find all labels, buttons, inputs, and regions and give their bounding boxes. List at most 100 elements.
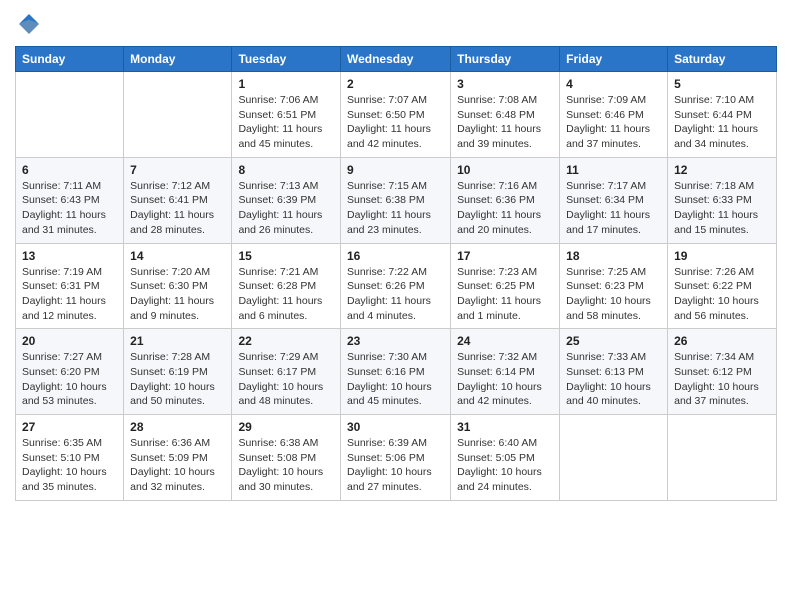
day-cell: 21 Sunrise: 7:28 AM Sunset: 6:19 PM Dayli… <box>124 329 232 415</box>
day-info: Sunrise: 7:13 AM Sunset: 6:39 PM Dayligh… <box>238 179 334 238</box>
day-number: 29 <box>238 420 334 434</box>
day-info: Sunrise: 7:12 AM Sunset: 6:41 PM Dayligh… <box>130 179 225 238</box>
day-info: Sunrise: 7:11 AM Sunset: 6:43 PM Dayligh… <box>22 179 117 238</box>
day-number: 23 <box>347 334 444 348</box>
day-cell <box>124 72 232 158</box>
day-number: 4 <box>566 77 661 91</box>
day-header-tuesday: Tuesday <box>232 47 341 72</box>
day-number: 26 <box>674 334 770 348</box>
day-number: 22 <box>238 334 334 348</box>
day-cell: 15 Sunrise: 7:21 AM Sunset: 6:28 PM Dayli… <box>232 243 341 329</box>
day-info: Sunrise: 7:34 AM Sunset: 6:12 PM Dayligh… <box>674 350 770 409</box>
day-info: Sunrise: 7:15 AM Sunset: 6:38 PM Dayligh… <box>347 179 444 238</box>
day-number: 7 <box>130 163 225 177</box>
day-cell: 8 Sunrise: 7:13 AM Sunset: 6:39 PM Daylig… <box>232 157 341 243</box>
day-info: Sunrise: 6:39 AM Sunset: 5:06 PM Dayligh… <box>347 436 444 495</box>
day-info: Sunrise: 6:35 AM Sunset: 5:10 PM Dayligh… <box>22 436 117 495</box>
day-info: Sunrise: 6:40 AM Sunset: 5:05 PM Dayligh… <box>457 436 553 495</box>
calendar-table: SundayMondayTuesdayWednesdayThursdayFrid… <box>15 46 777 501</box>
day-info: Sunrise: 7:33 AM Sunset: 6:13 PM Dayligh… <box>566 350 661 409</box>
day-cell: 4Sunrise: 7:09 AM Sunset: 6:46 PM Daylig… <box>560 72 668 158</box>
day-info: Sunrise: 7:26 AM Sunset: 6:22 PM Dayligh… <box>674 265 770 324</box>
day-number: 18 <box>566 249 661 263</box>
day-header-wednesday: Wednesday <box>340 47 450 72</box>
day-cell: 18 Sunrise: 7:25 AM Sunset: 6:23 PM Dayli… <box>560 243 668 329</box>
day-cell: 14Sunrise: 7:20 AM Sunset: 6:30 PM Dayli… <box>124 243 232 329</box>
day-info: Sunrise: 7:32 AM Sunset: 6:14 PM Dayligh… <box>457 350 553 409</box>
day-number: 20 <box>22 334 117 348</box>
day-number: 1 <box>238 77 334 91</box>
day-info: Sunrise: 7:10 AM Sunset: 6:44 PM Dayligh… <box>674 93 770 152</box>
day-number: 19 <box>674 249 770 263</box>
day-cell: 13 Sunrise: 7:19 AM Sunset: 6:31 PM Dayli… <box>16 243 124 329</box>
day-number: 3 <box>457 77 553 91</box>
day-cell: 6Sunrise: 7:11 AM Sunset: 6:43 PM Daylig… <box>16 157 124 243</box>
page: SundayMondayTuesdayWednesdayThursdayFrid… <box>0 0 792 516</box>
day-cell <box>560 415 668 501</box>
day-info: Sunrise: 7:28 AM Sunset: 6:19 PM Dayligh… <box>130 350 225 409</box>
day-cell: 3 Sunrise: 7:08 AM Sunset: 6:48 PM Daylig… <box>451 72 560 158</box>
day-cell: 20Sunrise: 7:27 AM Sunset: 6:20 PM Dayli… <box>16 329 124 415</box>
logo <box>15 10 47 38</box>
day-info: Sunrise: 7:20 AM Sunset: 6:30 PM Dayligh… <box>130 265 225 324</box>
day-info: Sunrise: 7:18 AM Sunset: 6:33 PM Dayligh… <box>674 179 770 238</box>
day-number: 5 <box>674 77 770 91</box>
day-number: 28 <box>130 420 225 434</box>
week-row-4: 20Sunrise: 7:27 AM Sunset: 6:20 PM Dayli… <box>16 329 777 415</box>
day-cell: 5 Sunrise: 7:10 AM Sunset: 6:44 PM Daylig… <box>668 72 777 158</box>
day-number: 24 <box>457 334 553 348</box>
day-info: Sunrise: 7:07 AM Sunset: 6:50 PM Dayligh… <box>347 93 444 152</box>
day-cell: 2 Sunrise: 7:07 AM Sunset: 6:50 PM Daylig… <box>340 72 450 158</box>
day-number: 30 <box>347 420 444 434</box>
week-row-5: 27 Sunrise: 6:35 AM Sunset: 5:10 PM Dayli… <box>16 415 777 501</box>
day-number: 27 <box>22 420 117 434</box>
day-cell: 9Sunrise: 7:15 AM Sunset: 6:38 PM Daylig… <box>340 157 450 243</box>
day-number: 2 <box>347 77 444 91</box>
day-header-saturday: Saturday <box>668 47 777 72</box>
day-cell: 22Sunrise: 7:29 AM Sunset: 6:17 PM Dayli… <box>232 329 341 415</box>
day-header-monday: Monday <box>124 47 232 72</box>
day-number: 12 <box>674 163 770 177</box>
week-row-2: 6Sunrise: 7:11 AM Sunset: 6:43 PM Daylig… <box>16 157 777 243</box>
day-header-thursday: Thursday <box>451 47 560 72</box>
day-cell: 11Sunrise: 7:17 AM Sunset: 6:34 PM Dayli… <box>560 157 668 243</box>
day-cell: 1 Sunrise: 7:06 AM Sunset: 6:51 PM Daylig… <box>232 72 341 158</box>
day-number: 25 <box>566 334 661 348</box>
day-number: 31 <box>457 420 553 434</box>
day-cell: 19 Sunrise: 7:26 AM Sunset: 6:22 PM Dayli… <box>668 243 777 329</box>
day-cell: 12 Sunrise: 7:18 AM Sunset: 6:33 PM Dayli… <box>668 157 777 243</box>
day-header-friday: Friday <box>560 47 668 72</box>
day-number: 10 <box>457 163 553 177</box>
day-info: Sunrise: 7:19 AM Sunset: 6:31 PM Dayligh… <box>22 265 117 324</box>
day-info: Sunrise: 7:22 AM Sunset: 6:26 PM Dayligh… <box>347 265 444 324</box>
day-cell: 10 Sunrise: 7:16 AM Sunset: 6:36 PM Dayli… <box>451 157 560 243</box>
day-info: Sunrise: 7:08 AM Sunset: 6:48 PM Dayligh… <box>457 93 553 152</box>
day-cell <box>668 415 777 501</box>
day-info: Sunrise: 7:21 AM Sunset: 6:28 PM Dayligh… <box>238 265 334 324</box>
day-number: 21 <box>130 334 225 348</box>
day-number: 17 <box>457 249 553 263</box>
day-info: Sunrise: 7:06 AM Sunset: 6:51 PM Dayligh… <box>238 93 334 152</box>
header <box>15 10 777 38</box>
logo-icon <box>15 10 43 38</box>
day-info: Sunrise: 6:38 AM Sunset: 5:08 PM Dayligh… <box>238 436 334 495</box>
day-info: Sunrise: 7:30 AM Sunset: 6:16 PM Dayligh… <box>347 350 444 409</box>
day-number: 15 <box>238 249 334 263</box>
day-cell: 26 Sunrise: 7:34 AM Sunset: 6:12 PM Dayli… <box>668 329 777 415</box>
day-cell: 31 Sunrise: 6:40 AM Sunset: 5:05 PM Dayli… <box>451 415 560 501</box>
day-cell: 30 Sunrise: 6:39 AM Sunset: 5:06 PM Dayli… <box>340 415 450 501</box>
day-number: 13 <box>22 249 117 263</box>
header-row: SundayMondayTuesdayWednesdayThursdayFrid… <box>16 47 777 72</box>
day-cell: 23 Sunrise: 7:30 AM Sunset: 6:16 PM Dayli… <box>340 329 450 415</box>
day-number: 8 <box>238 163 334 177</box>
day-info: Sunrise: 7:25 AM Sunset: 6:23 PM Dayligh… <box>566 265 661 324</box>
week-row-3: 13 Sunrise: 7:19 AM Sunset: 6:31 PM Dayli… <box>16 243 777 329</box>
day-cell: 16 Sunrise: 7:22 AM Sunset: 6:26 PM Dayli… <box>340 243 450 329</box>
day-header-sunday: Sunday <box>16 47 124 72</box>
day-cell: 7 Sunrise: 7:12 AM Sunset: 6:41 PM Daylig… <box>124 157 232 243</box>
week-row-1: 1 Sunrise: 7:06 AM Sunset: 6:51 PM Daylig… <box>16 72 777 158</box>
day-info: Sunrise: 7:16 AM Sunset: 6:36 PM Dayligh… <box>457 179 553 238</box>
day-number: 16 <box>347 249 444 263</box>
day-cell: 29 Sunrise: 6:38 AM Sunset: 5:08 PM Dayli… <box>232 415 341 501</box>
day-info: Sunrise: 6:36 AM Sunset: 5:09 PM Dayligh… <box>130 436 225 495</box>
